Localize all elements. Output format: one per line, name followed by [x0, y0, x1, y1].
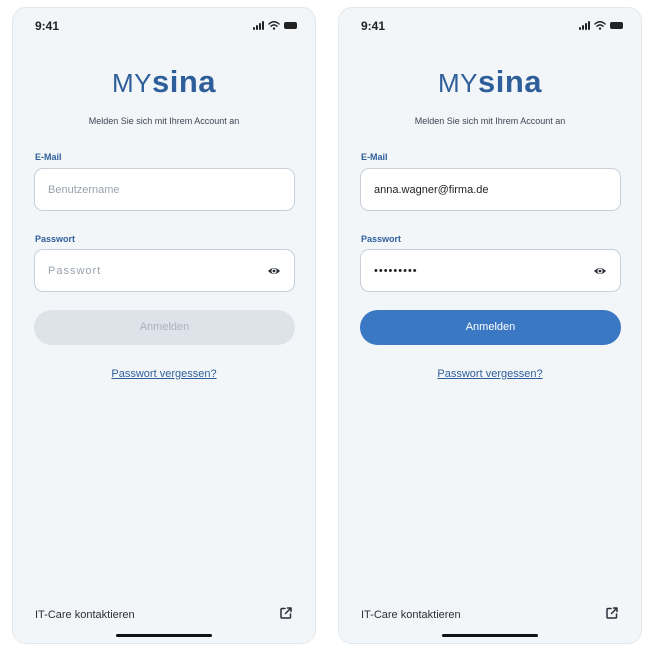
battery-icon — [284, 22, 297, 29]
status-time: 9:41 — [361, 19, 386, 33]
cellular-signal-icon — [253, 21, 264, 30]
mysina-logo: MYsina — [111, 64, 217, 99]
login-subtitle: Melden Sie sich mit Ihrem Account an — [88, 116, 240, 126]
password-field[interactable] — [360, 249, 621, 292]
wifi-icon — [594, 21, 606, 30]
forgot-password-link[interactable]: Passwort vergessen? — [339, 368, 641, 380]
status-icons — [579, 20, 623, 30]
support-row[interactable]: IT-Care kontaktieren — [35, 606, 293, 624]
login-button[interactable]: Anmelden — [34, 310, 295, 345]
support-row[interactable]: IT-Care kontaktieren — [361, 606, 619, 624]
external-link-icon[interactable] — [279, 606, 293, 620]
email-field[interactable] — [360, 168, 621, 211]
wifi-icon — [268, 21, 280, 30]
support-label[interactable]: IT-Care kontaktieren — [361, 609, 461, 621]
email-input[interactable] — [361, 169, 620, 210]
home-indicator — [116, 634, 212, 637]
eye-icon[interactable] — [593, 264, 607, 278]
status-time: 9:41 — [35, 19, 60, 33]
email-field[interactable] — [34, 168, 295, 211]
password-label: Passwort — [361, 234, 402, 244]
password-input[interactable] — [361, 250, 620, 291]
email-label: E-Mail — [35, 152, 62, 162]
support-label[interactable]: IT-Care kontaktieren — [35, 609, 135, 621]
login-screen-empty: 9:41 MYsina Melden Sie sich mit Ihrem Ac… — [12, 7, 316, 644]
cellular-signal-icon — [579, 21, 590, 30]
login-subtitle: Melden Sie sich mit Ihrem Account an — [414, 116, 566, 126]
status-icons — [253, 20, 297, 30]
email-input[interactable] — [35, 169, 294, 210]
battery-icon — [610, 22, 623, 29]
status-bar: 9:41 — [339, 8, 641, 48]
password-field[interactable] — [34, 249, 295, 292]
password-input[interactable] — [35, 250, 294, 291]
eye-icon[interactable] — [267, 264, 281, 278]
mysina-logo: MYsina — [437, 64, 543, 99]
forgot-password-link[interactable]: Passwort vergessen? — [13, 368, 315, 380]
home-indicator — [442, 634, 538, 637]
login-screen-filled: 9:41 MYsina Melden Sie sich mit Ihrem Ac… — [338, 7, 642, 644]
login-button[interactable]: Anmelden — [360, 310, 621, 345]
external-link-icon[interactable] — [605, 606, 619, 620]
status-bar: 9:41 — [13, 8, 315, 48]
password-label: Passwort — [35, 234, 76, 244]
email-label: E-Mail — [361, 152, 388, 162]
